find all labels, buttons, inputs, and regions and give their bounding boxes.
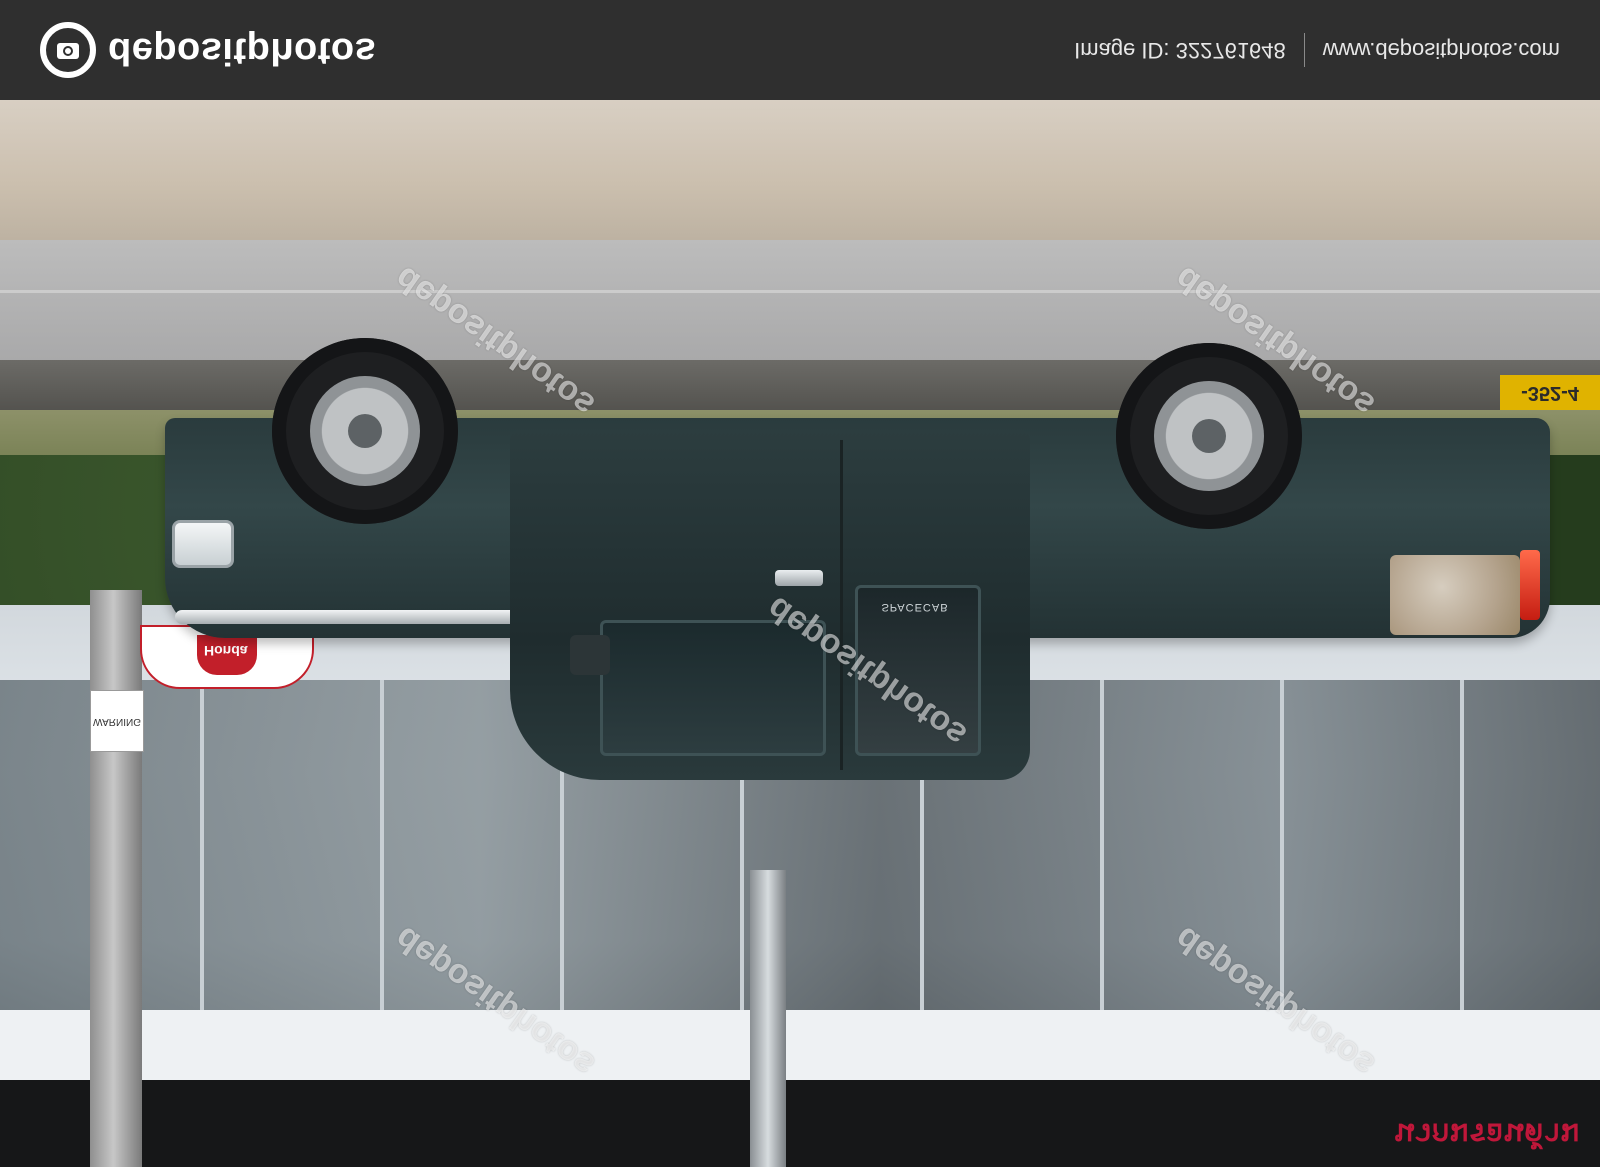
door-seam — [840, 440, 843, 770]
sand-area — [0, 100, 1600, 240]
stock-photo-page: depositphotos Image ID: 322761648 www.de… — [0, 0, 1600, 1167]
truck-badge: SPACECAB — [881, 601, 949, 613]
camera-logo-svg — [57, 43, 79, 59]
image-meta: Image ID: 322761648 www.depositphotos.co… — [1074, 30, 1560, 70]
road — [0, 240, 1600, 360]
watermark-topbar: depositphotos Image ID: 322761648 www.de… — [0, 0, 1600, 100]
depositphotos-logo[interactable]: depositphotos — [40, 20, 376, 80]
street-pole — [750, 870, 786, 1167]
meta-divider — [1303, 33, 1305, 67]
dealer-sign-text: Honda — [204, 643, 248, 659]
road-line — [0, 290, 1600, 293]
wheel-rim — [310, 376, 420, 486]
rear-wheel — [1116, 343, 1302, 529]
side-mirror — [570, 635, 610, 675]
brand-name: depositphotos — [108, 29, 377, 72]
glass-mullion — [380, 680, 384, 1010]
curb-marker: -352-4 — [1500, 375, 1600, 410]
utility-pole — [90, 590, 142, 1167]
front-wheel — [272, 338, 458, 524]
image-id-label: Image ID: 322761648 — [1074, 38, 1286, 63]
wheel-rim — [1154, 381, 1264, 491]
headlight — [172, 520, 234, 568]
site-url[interactable]: www.depositphotos.com — [1323, 37, 1560, 63]
pole-sign-text: WARNING — [93, 715, 141, 727]
curb — [0, 360, 1600, 410]
photo-canvas: -352-4 WARNING Honda SPACECAB depositpho… — [0, 100, 1600, 1167]
camera-logo-icon — [40, 22, 96, 78]
curb-marker-text: -352-4 — [1521, 382, 1579, 404]
dark-base — [0, 1080, 1600, 1167]
glass-mullion — [200, 680, 204, 1010]
glass-mullion — [1100, 680, 1104, 1010]
pole-sign: WARNING — [90, 690, 144, 752]
taillight — [1520, 550, 1540, 620]
glass-mullion — [1460, 680, 1464, 1010]
cab-window — [600, 620, 826, 756]
glass-mullion — [1280, 680, 1284, 1010]
dealer-name-text: นวกมรอนด้าม — [1393, 1117, 1580, 1150]
door-handle — [775, 570, 823, 586]
floor-slab — [0, 1010, 1600, 1080]
rust-patch — [1390, 555, 1520, 635]
